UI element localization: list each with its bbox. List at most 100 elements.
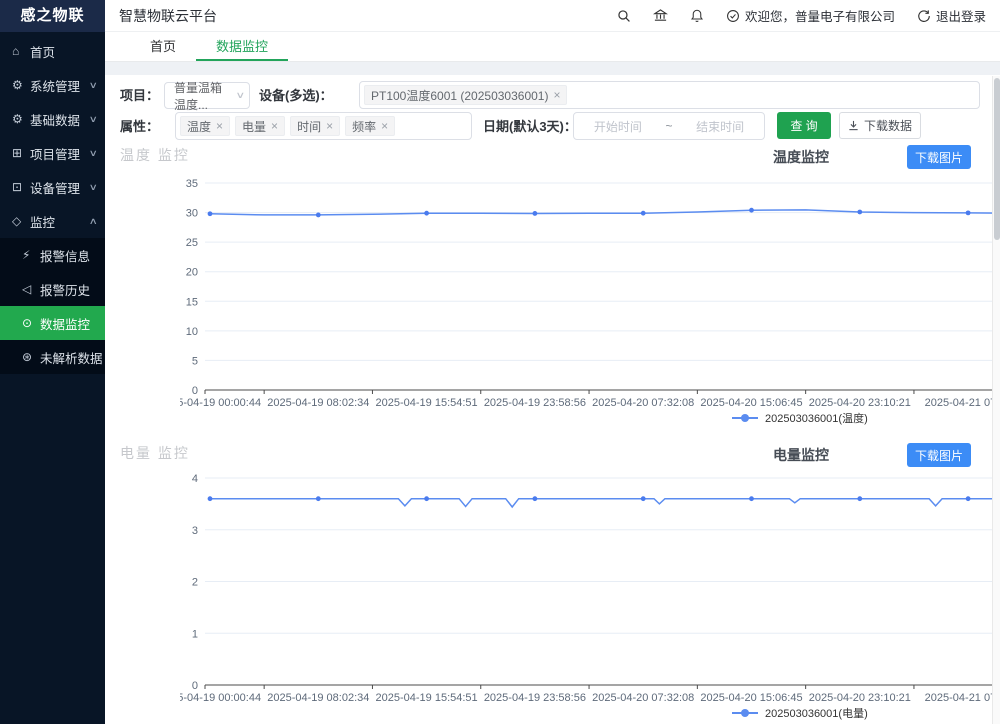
remove-tag-icon[interactable]: × — [326, 119, 333, 133]
tag-icon: ◇ — [12, 214, 30, 228]
attribute-tag: 电量 × — [235, 116, 285, 136]
download-image-button[interactable]: 下载图片 — [907, 443, 971, 467]
svg-text:2025-04-20 23:10:21: 2025-04-20 23:10:21 — [809, 692, 911, 704]
download-data-label: 下载数据 — [864, 117, 912, 134]
sidebar-item-9[interactable]: ⊛未解析数据 — [0, 340, 105, 374]
project-select[interactable]: 普量温箱温度... ∨ — [164, 82, 250, 109]
sidebar-item-1[interactable]: ⚙系统管理∨ — [0, 68, 105, 102]
chart-watermark: 电量 监控 — [120, 443, 190, 463]
bank-icon[interactable] — [653, 8, 668, 23]
y-axis-labels: 05101520253035 — [186, 178, 198, 397]
sidebar-item-3[interactable]: ⊞项目管理∨ — [0, 136, 105, 170]
legend: 202503036001(温度) — [732, 411, 868, 425]
date-separator: ~ — [665, 119, 672, 133]
date-end-input[interactable]: 结束时间 — [696, 118, 744, 135]
app-window: 感之物联 ⌂首页⚙系统管理∨⚙基础数据∨⊞项目管理∨⊡设备管理∨◇监控∧⚡报警信… — [0, 0, 1000, 724]
logout-button[interactable]: 退出登录 — [917, 6, 986, 25]
svg-text:2025-04-19 00:00:44: 2025-04-19 00:00:44 — [180, 692, 261, 704]
grid-icon: ⊞ — [12, 146, 30, 160]
logout-icon — [917, 9, 931, 23]
chevron-down-icon: ∨ — [89, 148, 98, 159]
power-chart[interactable]: 012342025-04-19 00:00:442025-04-19 08:02… — [180, 470, 1000, 724]
brand-logo: 感之物联 — [0, 0, 105, 32]
sidebar-item-6[interactable]: ⚡报警信息 — [0, 238, 105, 272]
download-image-button[interactable]: 下载图片 — [907, 145, 971, 169]
sidebar-item-4[interactable]: ⊡设备管理∨ — [0, 170, 105, 204]
attribute-tag: 温度 × — [180, 116, 230, 136]
svg-text:10: 10 — [186, 326, 198, 338]
download-data-button[interactable]: 下载数据 — [839, 112, 921, 139]
svg-text:202503036001(温度): 202503036001(温度) — [765, 411, 868, 425]
svg-text:35: 35 — [186, 178, 198, 190]
attribute-multiselect[interactable]: 温度 × 电量 × 时间 × 频率 × — [175, 112, 472, 140]
sidebar-item-label: 设备管理 — [30, 178, 90, 197]
sidebar-item-2[interactable]: ⚙基础数据∨ — [0, 102, 105, 136]
svg-text:2025-04-20 15:06:45: 2025-04-20 15:06:45 — [700, 397, 802, 409]
sidebar-menu: ⌂首页⚙系统管理∨⚙基础数据∨⊞项目管理∨⊡设备管理∨◇监控∧⚡报警信息◁报警历… — [0, 32, 105, 374]
monitor-icon: ⊡ — [12, 180, 30, 194]
device-tag: PT100温度6001 (202503036001) × — [364, 85, 567, 105]
device-label: 设备(多选)： — [259, 82, 333, 110]
tab-home[interactable]: 首页 — [130, 32, 196, 61]
sidebar-item-7[interactable]: ◁报警历史 — [0, 272, 105, 306]
sidebar: 感之物联 ⌂首页⚙系统管理∨⚙基础数据∨⊞项目管理∨⊡设备管理∨◇监控∧⚡报警信… — [0, 0, 105, 724]
svg-text:5: 5 — [192, 355, 198, 367]
bell-icon[interactable] — [690, 8, 704, 23]
speaker-icon: ◁ — [22, 282, 40, 296]
svg-text:2025-04-20 07:32:08: 2025-04-20 07:32:08 — [592, 397, 694, 409]
query-button[interactable]: 查 询 — [777, 112, 831, 139]
attribute-tag-label: 时间 — [297, 118, 321, 135]
app-title: 智慧物联云平台 — [105, 6, 617, 26]
temperature-chart[interactable]: 051015202530352025-04-19 00:00:442025-04… — [180, 175, 1000, 429]
svg-text:2025-04-19 15:54:51: 2025-04-19 15:54:51 — [376, 692, 478, 704]
svg-text:1: 1 — [192, 628, 198, 640]
tab-data-monitor[interactable]: 数据监控 — [196, 32, 288, 61]
scrollbar-thumb[interactable] — [994, 78, 1000, 240]
sidebar-item-5[interactable]: ◇监控∧ — [0, 204, 105, 238]
svg-text:2025-04-20 07:32:08: 2025-04-20 07:32:08 — [592, 692, 694, 704]
welcome-user[interactable]: 欢迎您，普量电子有限公司 — [726, 6, 895, 25]
svg-text:2025-04-19 08:02:34: 2025-04-19 08:02:34 — [267, 397, 369, 409]
remove-tag-icon[interactable]: × — [216, 119, 223, 133]
svg-text:2025-04-19 23:58:56: 2025-04-19 23:58:56 — [484, 692, 586, 704]
sidebar-item-0[interactable]: ⌂首页 — [0, 34, 105, 68]
sidebar-item-label: 首页 — [30, 42, 97, 61]
x-axis-labels: 2025-04-19 00:00:442025-04-19 08:02:3420… — [180, 397, 1000, 409]
sidebar-item-8[interactable]: ⊙数据监控 — [0, 306, 105, 340]
project-label: 项目： — [120, 82, 159, 110]
search-icon[interactable] — [617, 9, 631, 23]
chevron-down-icon: ∨ — [230, 90, 246, 101]
top-bar: 智慧物联云平台 — [105, 0, 1000, 32]
date-start-input[interactable]: 开始时间 — [594, 118, 642, 135]
check-circle-icon: ⊙ — [22, 316, 40, 330]
attribute-tag-label: 温度 — [187, 118, 211, 135]
gear-icon: ⚙ — [12, 78, 30, 92]
sidebar-item-label: 项目管理 — [30, 144, 90, 163]
remove-tag-icon[interactable]: × — [553, 88, 560, 102]
svg-text:2025-04-20 23:10:21: 2025-04-20 23:10:21 — [809, 397, 911, 409]
date-label: 日期(默认3天)： — [483, 113, 577, 141]
date-range-input[interactable]: 开始时间 ~ 结束时间 — [573, 112, 765, 140]
remove-tag-icon[interactable]: × — [271, 119, 278, 133]
scrollbar[interactable] — [992, 76, 1000, 724]
chevron-down-icon: ∨ — [89, 182, 98, 193]
attribute-tag: 时间 × — [290, 116, 340, 136]
svg-text:2025-04-19 23:58:56: 2025-04-19 23:58:56 — [484, 397, 586, 409]
svg-text:0: 0 — [192, 680, 198, 692]
remove-tag-icon[interactable]: × — [381, 119, 388, 133]
check-circle-icon — [726, 9, 740, 23]
project-select-value: 普量温箱温度... — [174, 79, 232, 113]
svg-text:25: 25 — [186, 237, 198, 249]
device-tag-label: PT100温度6001 (202503036001) — [371, 87, 548, 104]
attribute-tag-label: 电量 — [242, 118, 266, 135]
atom-icon: ⊛ — [22, 350, 40, 364]
svg-text:2025-04-21 07:02: 2025-04-21 07:02 — [925, 692, 1000, 704]
svg-text:20: 20 — [186, 267, 198, 279]
device-multiselect[interactable]: PT100温度6001 (202503036001) × — [359, 81, 980, 109]
welcome-text: 欢迎您，普量电子有限公司 — [745, 6, 895, 25]
svg-text:15: 15 — [186, 296, 198, 308]
x-axis — [205, 390, 1000, 394]
x-axis — [205, 685, 1000, 689]
svg-text:3: 3 — [192, 525, 198, 537]
svg-text:2: 2 — [192, 577, 198, 589]
